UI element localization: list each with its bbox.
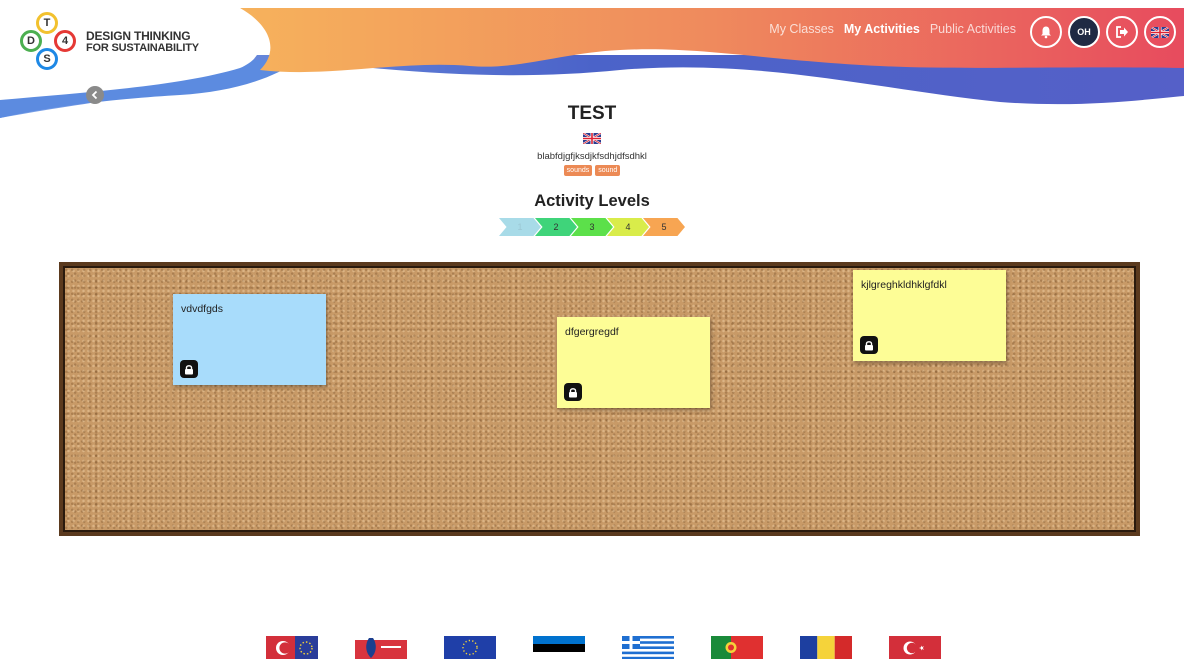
level-2-chevron[interactable]: 2 — [535, 218, 577, 236]
estonia-flag-icon — [533, 636, 585, 659]
sticky-note[interactable]: kjlgreghkldhklgfdkl — [853, 270, 1006, 361]
logout-icon — [1116, 26, 1128, 38]
cork-surface: vdvdfgds dfgergregdf kjlgreghkldhklgfdkl — [63, 266, 1136, 532]
uk-flag-icon — [583, 133, 601, 144]
partner-flags — [266, 636, 941, 659]
language-button[interactable] — [1144, 16, 1176, 48]
logout-button[interactable] — [1106, 16, 1138, 48]
activity-tags: sounds sound — [0, 165, 1184, 176]
note-text: kjlgreghkldhklgfdkl — [861, 279, 947, 291]
tag-badge: sounds — [563, 165, 593, 176]
nav-my-classes[interactable]: My Classes — [769, 22, 834, 36]
logo-line1: DESIGN THINKING — [86, 29, 191, 43]
logo-letter-d: D — [20, 30, 42, 52]
logo-letter-s: S — [36, 48, 58, 70]
logo-mark: T D 4 S — [18, 12, 78, 72]
activity-title: TEST — [567, 103, 617, 124]
eu-flag-icon — [444, 636, 496, 659]
lock-button[interactable] — [860, 336, 878, 354]
romania-flag-icon — [800, 636, 852, 659]
logo-letter-t: T — [36, 12, 58, 34]
tag-badge: sound — [595, 165, 621, 176]
lock-icon — [185, 364, 193, 374]
greece-flag-icon — [622, 636, 674, 659]
lock-button[interactable] — [564, 383, 582, 401]
cork-board: vdvdfgds dfgergregdf kjlgreghkldhklgfdkl — [59, 262, 1140, 536]
sticky-note[interactable]: dfgergregdf — [557, 317, 710, 408]
portugal-flag-icon — [711, 636, 763, 659]
level-3-chevron[interactable]: 3 — [571, 218, 613, 236]
logo-line2: FOR SUSTAINABILITY — [86, 42, 199, 54]
nav-my-activities[interactable]: My Activities — [844, 22, 920, 36]
notifications-button[interactable] — [1030, 16, 1062, 48]
arrow-left-icon — [91, 90, 98, 100]
level-4-chevron[interactable]: 4 — [607, 218, 649, 236]
levels-bar: 1 2 3 4 5 — [0, 218, 1184, 236]
app-logo[interactable]: T D 4 S DESIGN THINKING FOR SUSTAINABILI… — [18, 12, 199, 72]
main-nav: My Classes My Activities Public Activiti… — [769, 22, 1016, 36]
activity-description: blabfdjgfjksdjkfsdhjdfsdhkl — [537, 151, 647, 162]
lock-icon — [865, 340, 873, 350]
note-text: vdvdfgds — [181, 303, 224, 315]
header-actions: OH — [1030, 16, 1176, 48]
levels-title: Activity Levels — [534, 192, 650, 210]
activity-info: TEST blabfdjgfjksdjkfsdhjdfsdhkl sounds … — [0, 103, 1184, 236]
note-text: dfgergregdf — [565, 326, 619, 338]
logo-text: DESIGN THINKING FOR SUSTAINABILITY — [86, 30, 199, 54]
lock-icon — [569, 387, 577, 397]
back-button[interactable] — [86, 86, 104, 104]
avatar-button[interactable]: OH — [1068, 16, 1100, 48]
turkey-flag-icon — [889, 636, 941, 659]
turkey-flag-icon — [266, 636, 318, 659]
school-logo-icon — [355, 636, 407, 659]
bell-icon — [1041, 26, 1051, 39]
level-5-chevron[interactable]: 5 — [643, 218, 685, 236]
lock-button[interactable] — [180, 360, 198, 378]
logo-letter-4: 4 — [54, 30, 76, 52]
nav-public-activities[interactable]: Public Activities — [930, 22, 1016, 36]
sticky-note[interactable]: vdvdfgds — [173, 294, 326, 385]
level-1-chevron[interactable]: 1 — [499, 218, 541, 236]
avatar-initials: OH — [1077, 27, 1091, 37]
uk-flag-icon — [1151, 26, 1169, 38]
